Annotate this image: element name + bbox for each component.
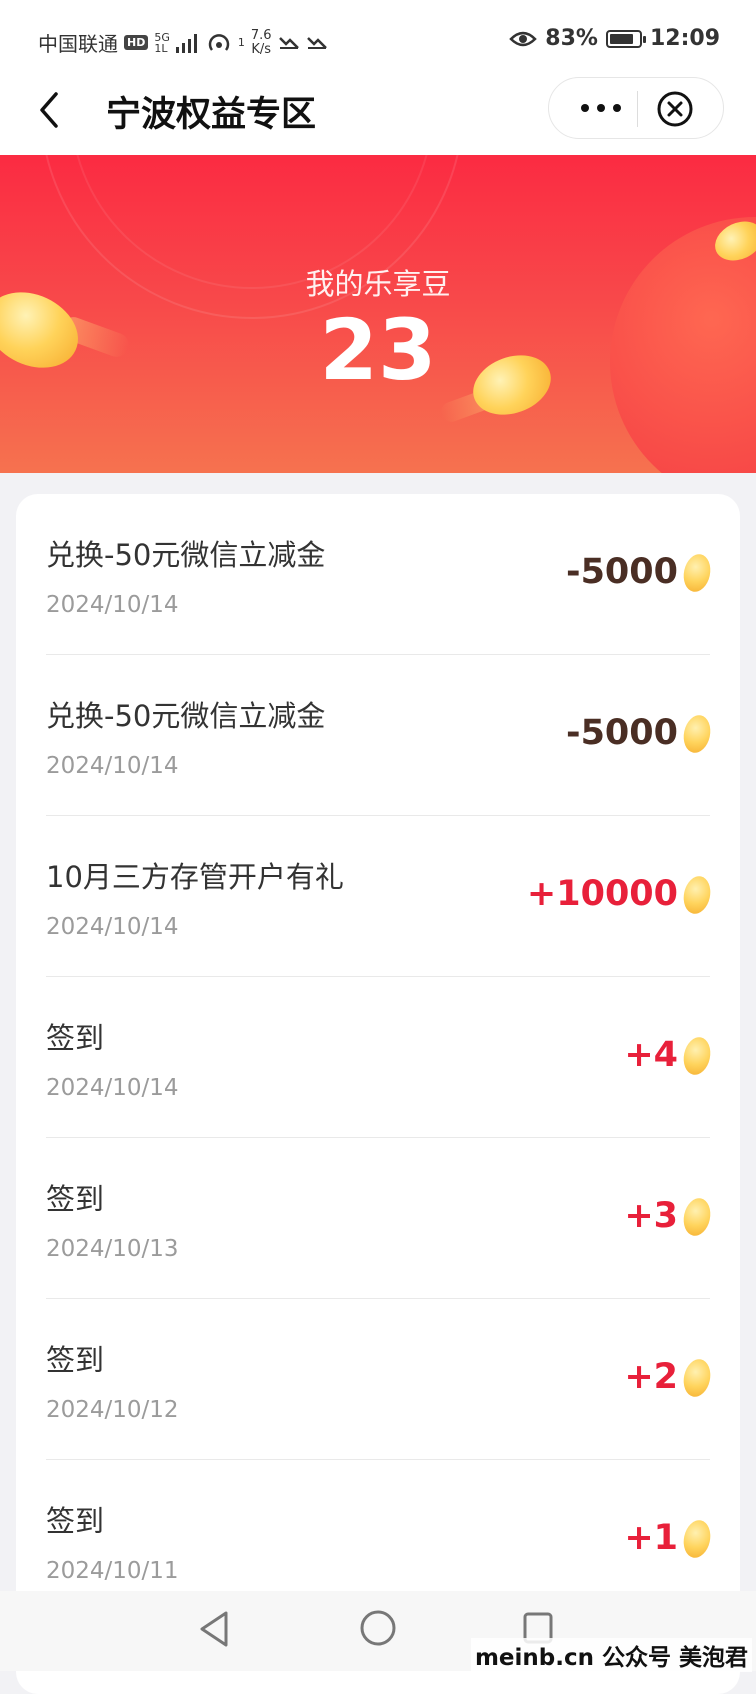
transaction-row: 签到 2024/10/14 +4 [46, 977, 714, 1138]
close-circle-icon[interactable] [655, 89, 695, 129]
transactions-card: 兑换-50元微信立减金 2024/10/14 -5000 兑换-50元微信立减金… [16, 494, 740, 1694]
hotspot-count: 1 [237, 36, 245, 49]
transaction-amount: -5000 [566, 552, 678, 592]
network-sub-label: 1L [154, 41, 168, 55]
transaction-amount: +4 [624, 1035, 678, 1075]
watermark: meinb.cn 公众号 美泡君 [470, 1638, 752, 1672]
transaction-amount: -5000 [566, 713, 678, 753]
hotspot-icon [208, 33, 230, 51]
transaction-amount: +1 [624, 1518, 678, 1558]
speed-unit: K/s [251, 41, 272, 57]
clock-time: 12:09 [649, 26, 720, 51]
transaction-date: 2024/10/11 [46, 1558, 179, 1584]
more-dots-icon[interactable] [577, 96, 625, 120]
hd-badge: HD [124, 35, 149, 50]
transaction-title: 签到 [46, 1021, 105, 1055]
transaction-date: 2024/10/12 [46, 1397, 179, 1423]
transaction-row: 兑换-50元微信立减金 2024/10/14 -5000 [46, 655, 714, 816]
transaction-amount: +3 [624, 1196, 678, 1236]
nav-bar: 宁波权益专区 [0, 70, 756, 155]
transaction-date: 2024/10/14 [46, 753, 179, 779]
chevron-left-icon[interactable] [30, 88, 70, 132]
battery-icon [605, 29, 646, 48]
transaction-row: 兑换-50元微信立减金 2024/10/14 -5000 [46, 494, 714, 655]
mini-program-capsule [548, 77, 724, 139]
battery-percent: 83% [545, 26, 598, 51]
transaction-title: 兑换-50元微信立减金 [46, 538, 326, 572]
transaction-row: 签到 2024/10/13 +3 [46, 1138, 714, 1299]
bean-icon [680, 873, 714, 917]
transaction-date: 2024/10/14 [46, 1075, 179, 1101]
transaction-row: 10月三方存管开户有礼 2024/10/14 +10000 [46, 816, 714, 977]
transaction-row: 签到 2024/10/12 +2 [46, 1299, 714, 1460]
notification-icon-2 [306, 36, 327, 49]
speed-value: 7.6 [250, 27, 272, 43]
bean-icon [680, 1356, 714, 1400]
bean-icon [680, 1517, 714, 1561]
status-left: 中国联通 HD 5G 1L 1 7.6 K/s [38, 28, 328, 57]
nav-back-triangle-icon[interactable] [196, 1609, 234, 1649]
capsule-divider [637, 91, 638, 127]
bean-icon [680, 1195, 714, 1239]
eye-icon [509, 31, 538, 46]
network-speed: 7.6 K/s [250, 27, 272, 57]
battery-level-fill [609, 33, 634, 44]
signal-icon [175, 33, 197, 53]
points-label: 我的乐享豆 [305, 267, 451, 301]
transaction-date: 2024/10/14 [46, 914, 179, 940]
points-banner: 我的乐享豆 23 [0, 155, 756, 473]
transaction-title: 签到 [46, 1182, 105, 1216]
page-title: 宁波权益专区 [106, 95, 317, 135]
carrier-name: 中国联通 [38, 32, 118, 56]
transaction-date: 2024/10/13 [46, 1236, 179, 1262]
bean-icon [680, 712, 714, 756]
bean-icon [680, 551, 714, 595]
bean-icon [680, 1034, 714, 1078]
transaction-title: 签到 [46, 1343, 105, 1377]
notification-icon [278, 36, 299, 49]
transaction-title: 10月三方存管开户有礼 [46, 860, 344, 894]
status-right: 83% 12:09 [509, 26, 720, 51]
transaction-amount: +2 [624, 1357, 678, 1397]
transaction-title: 签到 [46, 1504, 105, 1538]
points-value: 23 [319, 301, 437, 399]
transaction-amount: +10000 [526, 874, 678, 914]
transaction-title: 兑换-50元微信立减金 [46, 699, 326, 733]
transaction-date: 2024/10/14 [46, 592, 179, 618]
nav-home-circle-icon[interactable] [358, 1608, 398, 1648]
network-type: 5G 1L [154, 32, 170, 54]
